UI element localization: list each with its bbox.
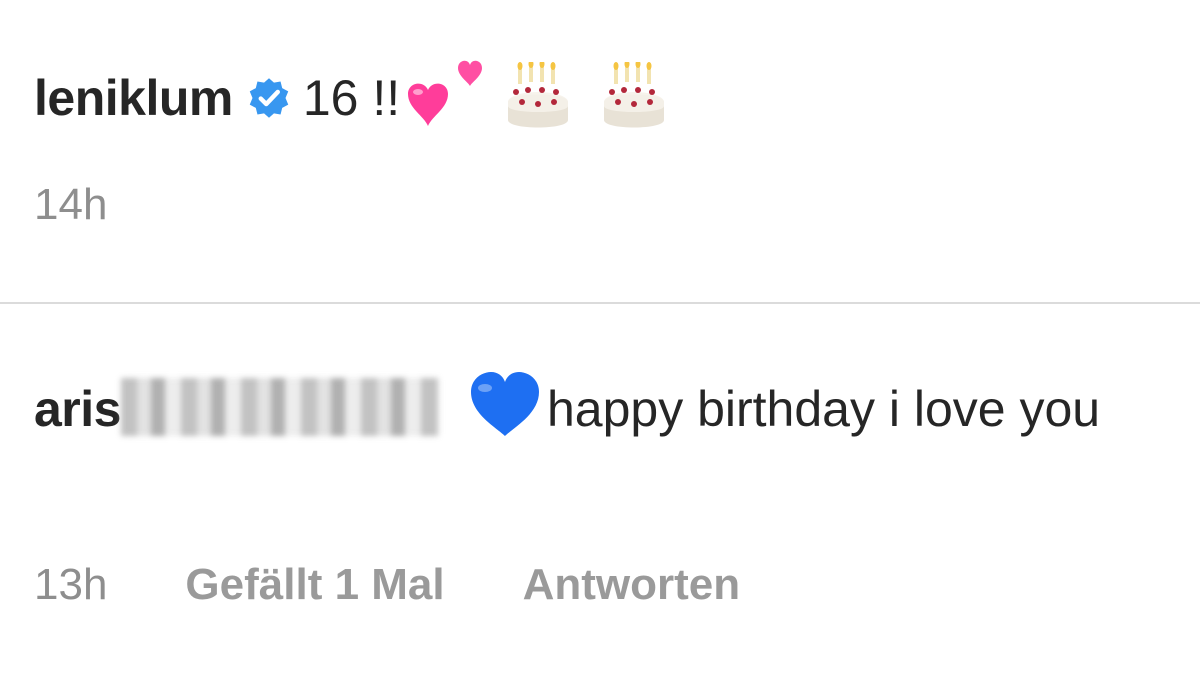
divider: [0, 302, 1200, 304]
post-username[interactable]: leniklum: [34, 69, 233, 127]
blue-heart-icon: [470, 372, 539, 436]
post-caption-text: 16 !!: [302, 70, 401, 126]
two-hearts-icon: [408, 60, 483, 126]
post-caption: leniklum 16 !!: [34, 58, 670, 138]
comment-thread: leniklum 16 !! 14h aris happy birthday i…: [0, 0, 1200, 675]
comment-actions: 13h Gefällt 1 Mal Antworten: [34, 560, 740, 610]
pixelated-username-redaction: [120, 378, 439, 436]
comment-timestamp: 13h: [34, 560, 108, 609]
post-timestamp: 14h: [34, 180, 108, 229]
birthday-cake-icon: [604, 62, 665, 128]
reply-button[interactable]: Antworten: [523, 560, 741, 610]
comment-body: aris happy birthday i love you: [34, 370, 1184, 445]
comment-text: happy birthday i love you: [546, 381, 1101, 437]
verified-badge-icon: [249, 78, 289, 118]
comment-likes-link[interactable]: Gefällt 1 Mal: [185, 560, 444, 610]
comment-username[interactable]: aris: [34, 381, 121, 437]
birthday-cake-icon: [508, 62, 569, 128]
